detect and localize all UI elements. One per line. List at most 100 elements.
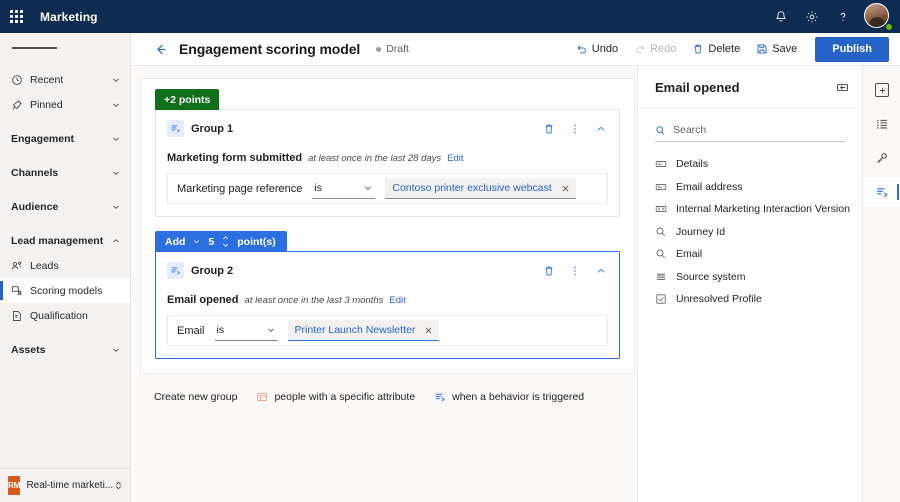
scoring-models-icon: [11, 285, 26, 297]
group-actions: [542, 121, 608, 137]
area-switcher[interactable]: RM Real-time marketi...: [0, 468, 130, 502]
sidebar: Recent Pinned Engagement Channels Audien…: [0, 33, 131, 502]
attribute-item-email-address[interactable]: Email address: [638, 176, 862, 199]
undo-button[interactable]: Undo: [569, 36, 625, 62]
close-icon[interactable]: [424, 326, 433, 335]
attribute-item-internal-marketing-interaction-version[interactable]: Internal Marketing Interaction Version: [638, 198, 862, 221]
close-icon[interactable]: [561, 184, 570, 193]
status-label: Draft: [386, 43, 409, 55]
points-editor-tag[interactable]: Add 5 point(s): [155, 231, 287, 252]
sidebar-item-pinned[interactable]: Pinned: [0, 92, 130, 117]
sidebar-item-audience[interactable]: Audience: [0, 194, 130, 219]
area-badge: RM: [8, 476, 21, 495]
pin-icon: [11, 99, 26, 111]
chevron-down-icon[interactable]: [192, 237, 201, 246]
attribute-item-source-system[interactable]: Source system: [638, 266, 862, 289]
condition-frequency: at least once in the last 3 months: [244, 295, 384, 306]
menu-icon[interactable]: [0, 33, 130, 63]
delete-button[interactable]: Delete: [685, 36, 747, 62]
group-card[interactable]: Group 2 Email opened at least once in th…: [155, 251, 620, 359]
attribute-item-email[interactable]: Email: [638, 243, 862, 266]
clock-icon: [11, 74, 26, 86]
list-icon: [655, 271, 669, 283]
app-launcher-icon[interactable]: [0, 0, 33, 33]
behavior-trigger-icon: [167, 120, 184, 137]
filter-value-chip[interactable]: Contoso printer exclusive webcast: [385, 178, 576, 199]
group-header: Group 2: [167, 261, 608, 280]
points-value[interactable]: 5: [208, 236, 214, 248]
attribute-item-journey-id[interactable]: Journey Id: [638, 221, 862, 244]
text-field-icon: [655, 158, 669, 170]
chevron-down-icon: [111, 168, 121, 178]
command-bar: Engagement scoring model Draft Undo Redo…: [131, 33, 900, 66]
points-stepper[interactable]: [221, 235, 230, 248]
condition-edit-link[interactable]: Edit: [447, 153, 463, 164]
condition-line: Email opened at least once in the last 3…: [167, 294, 608, 306]
group-card[interactable]: Group 1 Marketing form submitted at leas…: [155, 109, 620, 217]
chevron-down-icon: [111, 100, 121, 110]
add-box-icon[interactable]: [863, 75, 900, 105]
settings-gear-icon[interactable]: [798, 2, 826, 32]
avatar[interactable]: [864, 2, 893, 31]
trash-icon[interactable]: [542, 263, 556, 279]
condition-frequency: at least once in the last 28 days: [308, 153, 442, 164]
sidebar-item-leads[interactable]: Leads: [0, 253, 130, 278]
sidebar-item-recent[interactable]: Recent: [0, 67, 130, 92]
behavior-trigger-icon[interactable]: [863, 177, 900, 207]
attribute-label: Unresolved Profile: [676, 293, 762, 306]
notifications-icon[interactable]: [767, 2, 795, 32]
collapse-chevron-up-icon[interactable]: [594, 263, 608, 279]
back-arrow-icon[interactable]: [145, 34, 175, 64]
search-input[interactable]: [673, 124, 823, 136]
sidebar-item-scoring-models[interactable]: Scoring models: [0, 278, 130, 303]
sidebar-item-label: Audience: [11, 200, 59, 213]
sidebar-item-lead-management[interactable]: Lead management: [0, 228, 130, 253]
collapse-panel-icon[interactable]: [836, 81, 849, 94]
sidebar-item-label: Lead management: [11, 234, 104, 247]
publish-button[interactable]: Publish: [815, 36, 889, 62]
filter-operator-value: is: [216, 324, 225, 336]
attribute-item-details[interactable]: Details: [638, 153, 862, 176]
collapse-chevron-up-icon[interactable]: [594, 121, 608, 137]
key-properties-icon[interactable]: [863, 143, 900, 173]
attribute-list: Details Email address Internal Marketing…: [638, 153, 862, 311]
command-bar-actions: Undo Redo Delete Save Publish: [569, 36, 900, 62]
attribute-search[interactable]: [655, 119, 845, 142]
help-icon[interactable]: [829, 2, 857, 32]
condition-name: Marketing form submitted: [167, 152, 303, 164]
sidebar-item-engagement[interactable]: Engagement: [0, 126, 130, 151]
sidebar-item-channels[interactable]: Channels: [0, 160, 130, 185]
filter-operator-value: is: [314, 182, 322, 194]
more-vertical-icon[interactable]: [568, 121, 582, 137]
create-group-by-attribute[interactable]: people with a specific attribute: [256, 391, 415, 403]
condition-edit-link[interactable]: Edit: [389, 295, 405, 306]
filter-operator-select[interactable]: is: [312, 178, 376, 199]
leads-icon: [11, 260, 26, 272]
filter-row: Marketing page reference is Contoso prin…: [167, 173, 608, 204]
chevron-up-icon: [111, 236, 121, 246]
sidebar-item-qualification[interactable]: Qualification: [0, 303, 130, 328]
redo-button[interactable]: Redo: [627, 36, 683, 62]
filter-operator-select[interactable]: is: [214, 320, 278, 341]
sidebar-item-assets[interactable]: Assets: [0, 337, 130, 362]
filter-value-chip[interactable]: Printer Launch Newsletter: [287, 320, 440, 341]
undo-icon: [576, 43, 588, 55]
create-group-by-behavior[interactable]: when a behavior is triggered: [434, 391, 584, 403]
attribute-label: Source system: [676, 270, 746, 283]
area-label: Real-time marketi...: [26, 480, 114, 491]
trash-icon[interactable]: [542, 121, 556, 137]
attribute-item-unresolved-profile[interactable]: Unresolved Profile: [638, 288, 862, 311]
add-box-glyph: [875, 83, 889, 97]
save-button[interactable]: Save: [749, 36, 804, 62]
checkbox-icon: [655, 293, 669, 305]
sidebar-item-label: Pinned: [30, 98, 63, 111]
attribute-panel: Email opened Deta: [637, 66, 862, 502]
list-icon[interactable]: [863, 109, 900, 139]
lookup-icon: [655, 226, 669, 238]
sidebar-item-label: Engagement: [11, 132, 75, 145]
attribute-panel-title: Email opened: [655, 79, 740, 95]
more-vertical-icon[interactable]: [568, 263, 582, 279]
points-tag[interactable]: +2 points: [155, 89, 220, 110]
sidebar-item-label: Recent: [30, 73, 64, 86]
